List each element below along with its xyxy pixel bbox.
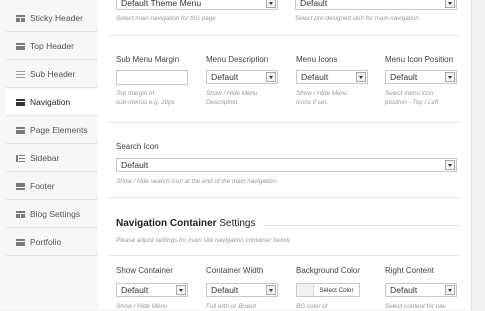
sidebar-item-sub-header[interactable]: Sub Header: [6, 61, 98, 88]
select-value: Default: [121, 160, 149, 170]
menu-icon-position-label: Menu Icon Position: [385, 55, 454, 64]
container-width-select[interactable]: Default: [206, 283, 278, 297]
select-value: Default: [300, 0, 328, 8]
section-subtitle: Please adjust settings for main site nav…: [116, 237, 292, 244]
main-navigation-select[interactable]: Default Theme Menu: [116, 0, 278, 10]
settings-panel: Default Theme Menu Select main navigatio…: [98, 0, 472, 310]
color-swatch[interactable]: [297, 284, 314, 296]
search-icon-label: Search Icon: [116, 142, 159, 151]
chevron-down-icon: [445, 0, 455, 8]
section-title-light: Settings: [216, 218, 256, 229]
sidebar-item-label: Top Header: [30, 41, 74, 51]
menu-description-hint: Show / Hide Menu Description.: [206, 89, 257, 107]
title-rule: [263, 225, 459, 226]
divider: [109, 122, 459, 123]
right-content-select[interactable]: Default: [385, 283, 457, 297]
show-container-select[interactable]: Default: [116, 283, 188, 297]
page-margin: [472, 0, 485, 310]
hint-line: position - Top / Left: [385, 99, 439, 106]
navigation-icon: [16, 98, 25, 106]
right-content-label: Right Content: [385, 266, 434, 275]
sidebar-item-label: Portfolio: [30, 237, 62, 247]
bar-icon: [16, 238, 25, 246]
container-width-label: Container Width: [206, 266, 264, 275]
menu-icon-position-select[interactable]: Default: [385, 70, 457, 84]
section-title: Navigation Container Settings: [116, 218, 256, 229]
sidebar-item-label: Blog Settings: [30, 209, 81, 219]
section-title-bold: Navigation Container: [116, 218, 217, 229]
hint-line: Select menu icon: [385, 90, 434, 97]
sidebar-item-label: Navigation: [30, 97, 71, 107]
sidebar-item-page-elements[interactable]: Page Elements: [6, 117, 98, 144]
chevron-down-icon: [176, 285, 186, 295]
menu-icons-label: Menu Icons: [296, 55, 338, 64]
grid-icon: [16, 14, 25, 22]
menu-description-select[interactable]: Default: [206, 70, 278, 84]
footer-icon: [16, 182, 25, 190]
select-value: Default Theme Menu: [121, 0, 202, 8]
navigation-skin-select[interactable]: Default: [295, 0, 457, 10]
background-color-picker[interactable]: Select Color: [296, 283, 360, 297]
search-icon-select[interactable]: Default: [116, 158, 457, 172]
divider: [109, 255, 459, 256]
hint-line: Show / Hide Menu: [296, 90, 348, 97]
lines-icon: [16, 70, 25, 78]
chevron-down-icon: [356, 72, 366, 82]
main-navigation-hint: Select main navigation for this page: [116, 15, 216, 22]
hint-line: Top margin of: [116, 90, 155, 97]
hint-line: sub-menus e.g. 20px: [116, 99, 175, 106]
sidebar-item-label: Sidebar: [30, 153, 60, 163]
sidebar-item-label: Page Elements: [30, 125, 88, 135]
chevron-down-icon: [266, 0, 276, 8]
select-value: Default: [390, 72, 418, 82]
grid-icon: [16, 210, 25, 218]
chevron-down-icon: [445, 160, 455, 170]
chevron-down-icon: [266, 285, 276, 295]
sidebar-item-label: Sticky Header: [30, 13, 83, 23]
hint-line: Show / Hide Menu: [206, 90, 258, 97]
search-icon-hint: Show / hide search icon at the end of th…: [116, 178, 276, 185]
submenu-margin-input[interactable]: [116, 70, 188, 85]
sidebar-item-blog-settings[interactable]: Blog Settings: [6, 201, 98, 228]
select-value: Default: [390, 285, 418, 295]
sidebar-item-label: Sub Header: [30, 69, 76, 79]
menu-icon-position-hint: Select menu icon position - Top / Left: [385, 89, 438, 107]
sidebar-item-top-header[interactable]: Top Header: [6, 33, 98, 60]
submenu-margin-hint: Top margin of sub-menus e.g. 20px: [116, 89, 175, 107]
navigation-skin-hint: Select pre-designed skin for main naviga…: [295, 15, 419, 22]
menu-icons-hint: Show / Hide Menu Icons if set.: [296, 89, 347, 107]
menu-description-label: Menu Description: [206, 55, 269, 64]
submenu-margin-label: Sub Menu Margin: [116, 55, 180, 64]
background-color-label: Background Color: [296, 266, 361, 275]
bar-icon: [16, 126, 25, 134]
select-value: Default: [121, 285, 149, 295]
sidebar-item-footer[interactable]: Footer: [6, 173, 98, 200]
sidebar-icon: [16, 154, 25, 162]
hint-line: Icons if set.: [296, 99, 328, 106]
select-value: Default: [301, 72, 329, 82]
sidebar-item-navigation[interactable]: Navigation: [6, 89, 99, 116]
sidebar-item-label: Footer: [30, 181, 55, 191]
sidebar-item-portfolio[interactable]: Portfolio: [6, 229, 98, 256]
bar-icon: [16, 42, 25, 50]
chevron-down-icon: [445, 72, 455, 82]
chevron-down-icon: [445, 285, 455, 295]
chevron-down-icon: [266, 72, 276, 82]
select-value: Default: [211, 285, 239, 295]
settings-sidebar: Sticky Header Top Header Sub Header Navi…: [0, 0, 99, 310]
select-value: Default: [211, 72, 239, 82]
select-color-button[interactable]: Select Color: [314, 284, 359, 296]
sidebar-item-sticky-header[interactable]: Sticky Header: [6, 5, 98, 32]
divider: [109, 35, 459, 36]
show-container-label: Show Container: [116, 266, 173, 275]
hint-line: Description.: [206, 99, 240, 106]
sidebar-item-sidebar[interactable]: Sidebar: [6, 145, 98, 172]
divider: [109, 197, 459, 198]
menu-icons-select[interactable]: Default: [296, 70, 368, 84]
